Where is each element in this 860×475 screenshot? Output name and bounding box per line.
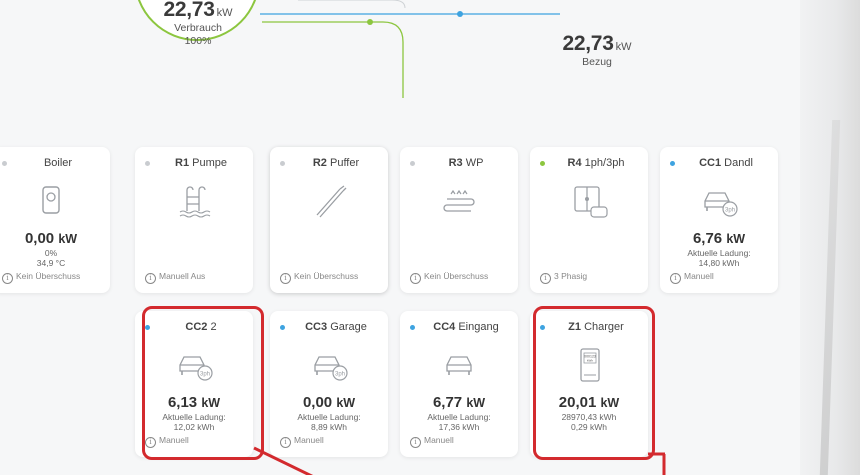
highlight-pointers (253, 446, 666, 475)
